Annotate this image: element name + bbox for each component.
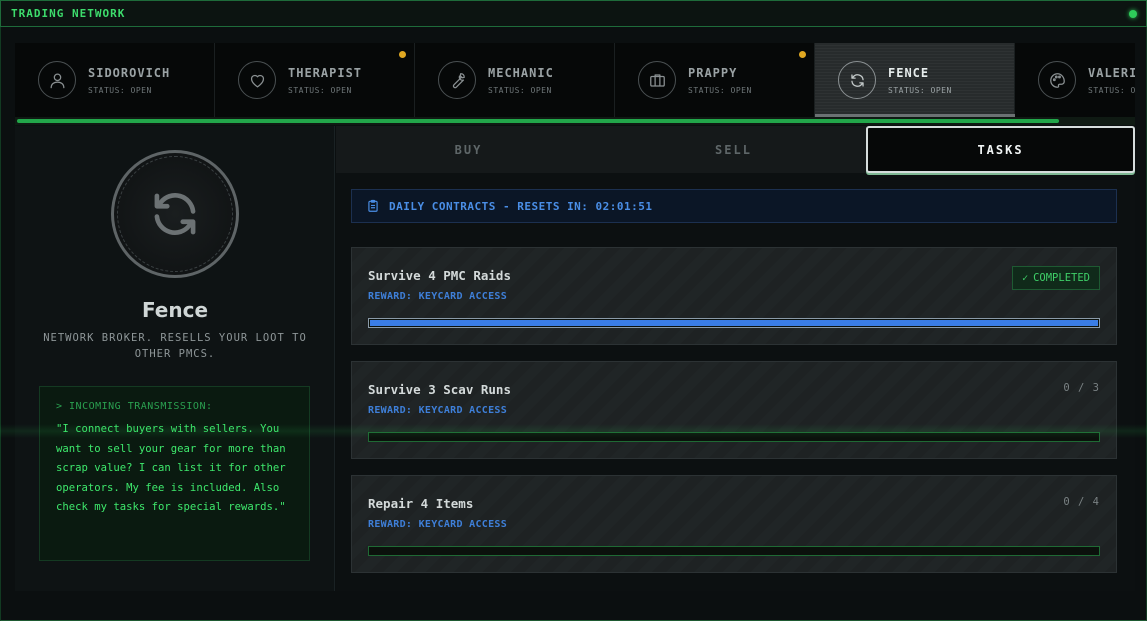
trader-name: PRAPPY <box>688 65 738 80</box>
connection-status-dot <box>1129 10 1137 18</box>
trader-name: FENCE <box>888 65 930 80</box>
title-bar: TRADING NETWORK <box>0 0 1147 27</box>
trader-tab-mechanic[interactable]: MECHANIC STATUS: OPEN <box>415 43 615 117</box>
trader-tab-sidorovich[interactable]: SIDOROVICH STATUS: OPEN <box>15 43 215 117</box>
trader-status: STATUS: OPEN <box>1088 85 1135 95</box>
trader-profile-description: NETWORK BROKER. RESELLS YOUR LOOT TO OTH… <box>43 332 307 360</box>
daily-contracts-text: DAILY CONTRACTS - RESETS IN: 02:01:51 <box>389 199 653 213</box>
trader-strip-scroll-thumb[interactable] <box>17 119 1059 123</box>
trader-status: STATUS: OPEN <box>288 85 352 95</box>
trader-name: MECHANIC <box>488 65 554 80</box>
trader-strip: SIDOROVICH STATUS: OPEN THERAPIST STATUS… <box>15 43 1135 117</box>
trader-tab-fence[interactable]: FENCE STATUS: OPEN <box>815 43 1015 117</box>
task-progress-bar <box>368 318 1100 328</box>
daily-contracts-banner: DAILY CONTRACTS - RESETS IN: 02:01:51 <box>351 189 1117 223</box>
task-progress-count: 0 / 4 <box>1063 496 1100 508</box>
task-card[interactable]: Repair 4 Items REWARD: KEYCARD ACCESS 0 … <box>351 475 1117 573</box>
completed-label: COMPLETED <box>1033 272 1090 284</box>
trader-tab-prappy[interactable]: PRAPPY STATUS: OPEN <box>615 43 815 117</box>
incoming-transmission-box: > INCOMING TRANSMISSION: "I connect buye… <box>39 386 310 561</box>
trader-name: SIDOROVICH <box>88 65 171 80</box>
task-reward: REWARD: KEYCARD ACCESS <box>368 519 508 530</box>
notification-dot <box>799 51 806 58</box>
task-card[interactable]: Survive 3 Scav Runs REWARD: KEYCARD ACCE… <box>351 361 1117 459</box>
trader-status: STATUS: OPEN <box>888 85 952 95</box>
clipboard-icon <box>368 199 378 212</box>
trader-status: STATUS: OPEN <box>488 85 552 95</box>
trader-profile-panel: Fence NETWORK BROKER. RESELLS YOUR LOOT … <box>15 126 335 591</box>
trader-strip-scrollbar[interactable] <box>15 117 1135 125</box>
trader-content-panel: BUY SELL TASKS DAILY CONTRACTS - RESETS … <box>336 126 1135 591</box>
trade-tabs: BUY SELL TASKS <box>336 126 1135 173</box>
transmission-header: > INCOMING TRANSMISSION: <box>56 401 213 412</box>
task-progress-bar <box>368 432 1100 442</box>
task-title: Survive 3 Scav Runs <box>368 382 511 397</box>
trader-status: STATUS: OPEN <box>688 85 752 95</box>
task-reward: REWARD: KEYCARD ACCESS <box>368 291 508 302</box>
transmission-text: "I connect buyers with sellers. You want… <box>56 423 286 513</box>
task-title: Repair 4 Items <box>368 496 474 511</box>
task-progress-fill <box>370 320 1098 326</box>
task-progress-bar <box>368 546 1100 556</box>
trader-portrait <box>111 150 239 278</box>
task-progress-count: 0 / 3 <box>1063 382 1100 394</box>
task-reward: REWARD: KEYCARD ACCESS <box>368 405 508 416</box>
trader-tab-therapist[interactable]: THERAPIST STATUS: OPEN <box>215 43 415 117</box>
tab-tasks[interactable]: TASKS <box>866 126 1135 173</box>
briefcase-icon <box>638 61 676 99</box>
tab-buy[interactable]: BUY <box>336 126 601 173</box>
app-title: TRADING NETWORK <box>11 7 126 20</box>
trader-profile-name: Fence <box>141 298 209 322</box>
palette-icon <box>1038 61 1076 99</box>
task-card[interactable]: Survive 4 PMC Raids REWARD: KEYCARD ACCE… <box>351 247 1117 345</box>
task-title: Survive 4 PMC Raids <box>368 268 511 283</box>
check-icon: ✓ <box>1022 272 1029 284</box>
tab-sell[interactable]: SELL <box>601 126 866 173</box>
refresh-icon <box>838 61 876 99</box>
trader-name: VALERI <box>1088 65 1135 80</box>
user-icon <box>38 61 76 99</box>
trader-tab-valeri[interactable]: VALERI STATUS: OPEN <box>1015 43 1135 117</box>
notification-dot <box>399 51 406 58</box>
trader-status: STATUS: OPEN <box>88 85 152 95</box>
trader-name: THERAPIST <box>288 65 363 80</box>
completed-badge: ✓ COMPLETED <box>1012 266 1100 290</box>
heart-icon <box>238 61 276 99</box>
wrench-icon <box>438 61 476 99</box>
refresh-icon <box>154 193 196 235</box>
